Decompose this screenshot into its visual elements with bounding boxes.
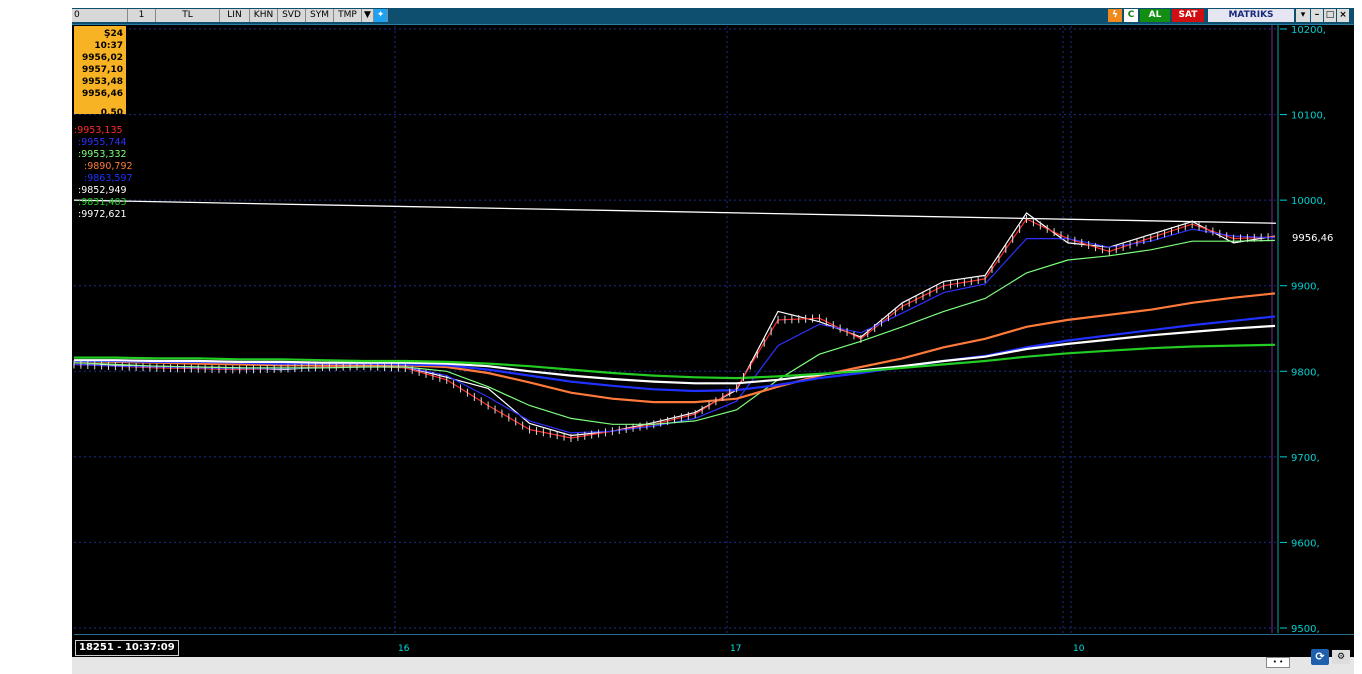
- ma-value-0: :9953,135: [74, 125, 123, 136]
- info-close: 9956,46: [82, 89, 123, 99]
- y-tick-label-3: 9900,: [1291, 282, 1320, 293]
- info-change: 0,50: [100, 108, 123, 118]
- info-low: 9953,48: [82, 77, 123, 87]
- series-line-3: [73, 239, 1276, 425]
- ohlc-info-box: Ş24 10:37 9956,02 9957,10 9953,48 9956,4…: [74, 26, 126, 118]
- date-label-10: 10: [1073, 644, 1085, 654]
- price-tag: 9956,46: [1292, 233, 1333, 244]
- y-tick-label-2: 10000,: [1291, 196, 1326, 207]
- ma-value-1: :9955,744: [78, 137, 127, 148]
- ma-value-5: :9852,949: [78, 185, 127, 196]
- y-tick-label-0: 10200,: [1291, 25, 1326, 36]
- y-tick-label-1: 10100,: [1291, 111, 1326, 122]
- series-line-4: [73, 292, 1276, 404]
- info-open: 9956,02: [82, 53, 123, 63]
- series-line-1: [73, 218, 1276, 439]
- scroll-thumb[interactable]: • •: [1266, 657, 1290, 668]
- settings-icon[interactable]: ⚙: [1332, 650, 1350, 664]
- ma-value-6: :9831,403: [78, 197, 127, 208]
- trendline: [73, 199, 1277, 224]
- series-line-5: [74, 315, 1276, 393]
- ma-value-7: :9972,621: [78, 209, 127, 220]
- y-tick-label-5: 9700,: [1291, 453, 1320, 464]
- series-line-6: [74, 324, 1276, 385]
- ma-value-2: :9953,332: [78, 149, 127, 160]
- cursor-readout: 18251 - 10:37:09: [75, 640, 179, 656]
- y-tick-label-6: 9600,: [1291, 538, 1320, 549]
- info-high: 9957,10: [82, 65, 123, 75]
- date-label-16: 16: [398, 644, 410, 654]
- price-chart: 10200,10100,10000,9900,9800,9700,9600,95…: [73, 25, 1339, 635]
- date-label-17: 17: [730, 644, 742, 654]
- info-datetime: Ş24 10:37: [94, 29, 123, 51]
- ma-value-3: :9890,792: [84, 161, 133, 172]
- ma-value-4: :9863,597: [84, 173, 133, 184]
- time-axis: [74, 634, 1354, 657]
- bottom-scrollbar[interactable]: [72, 657, 1354, 674]
- sync-icon[interactable]: ⟳: [1311, 649, 1329, 665]
- y-tick-label-4: 9800,: [1291, 367, 1320, 378]
